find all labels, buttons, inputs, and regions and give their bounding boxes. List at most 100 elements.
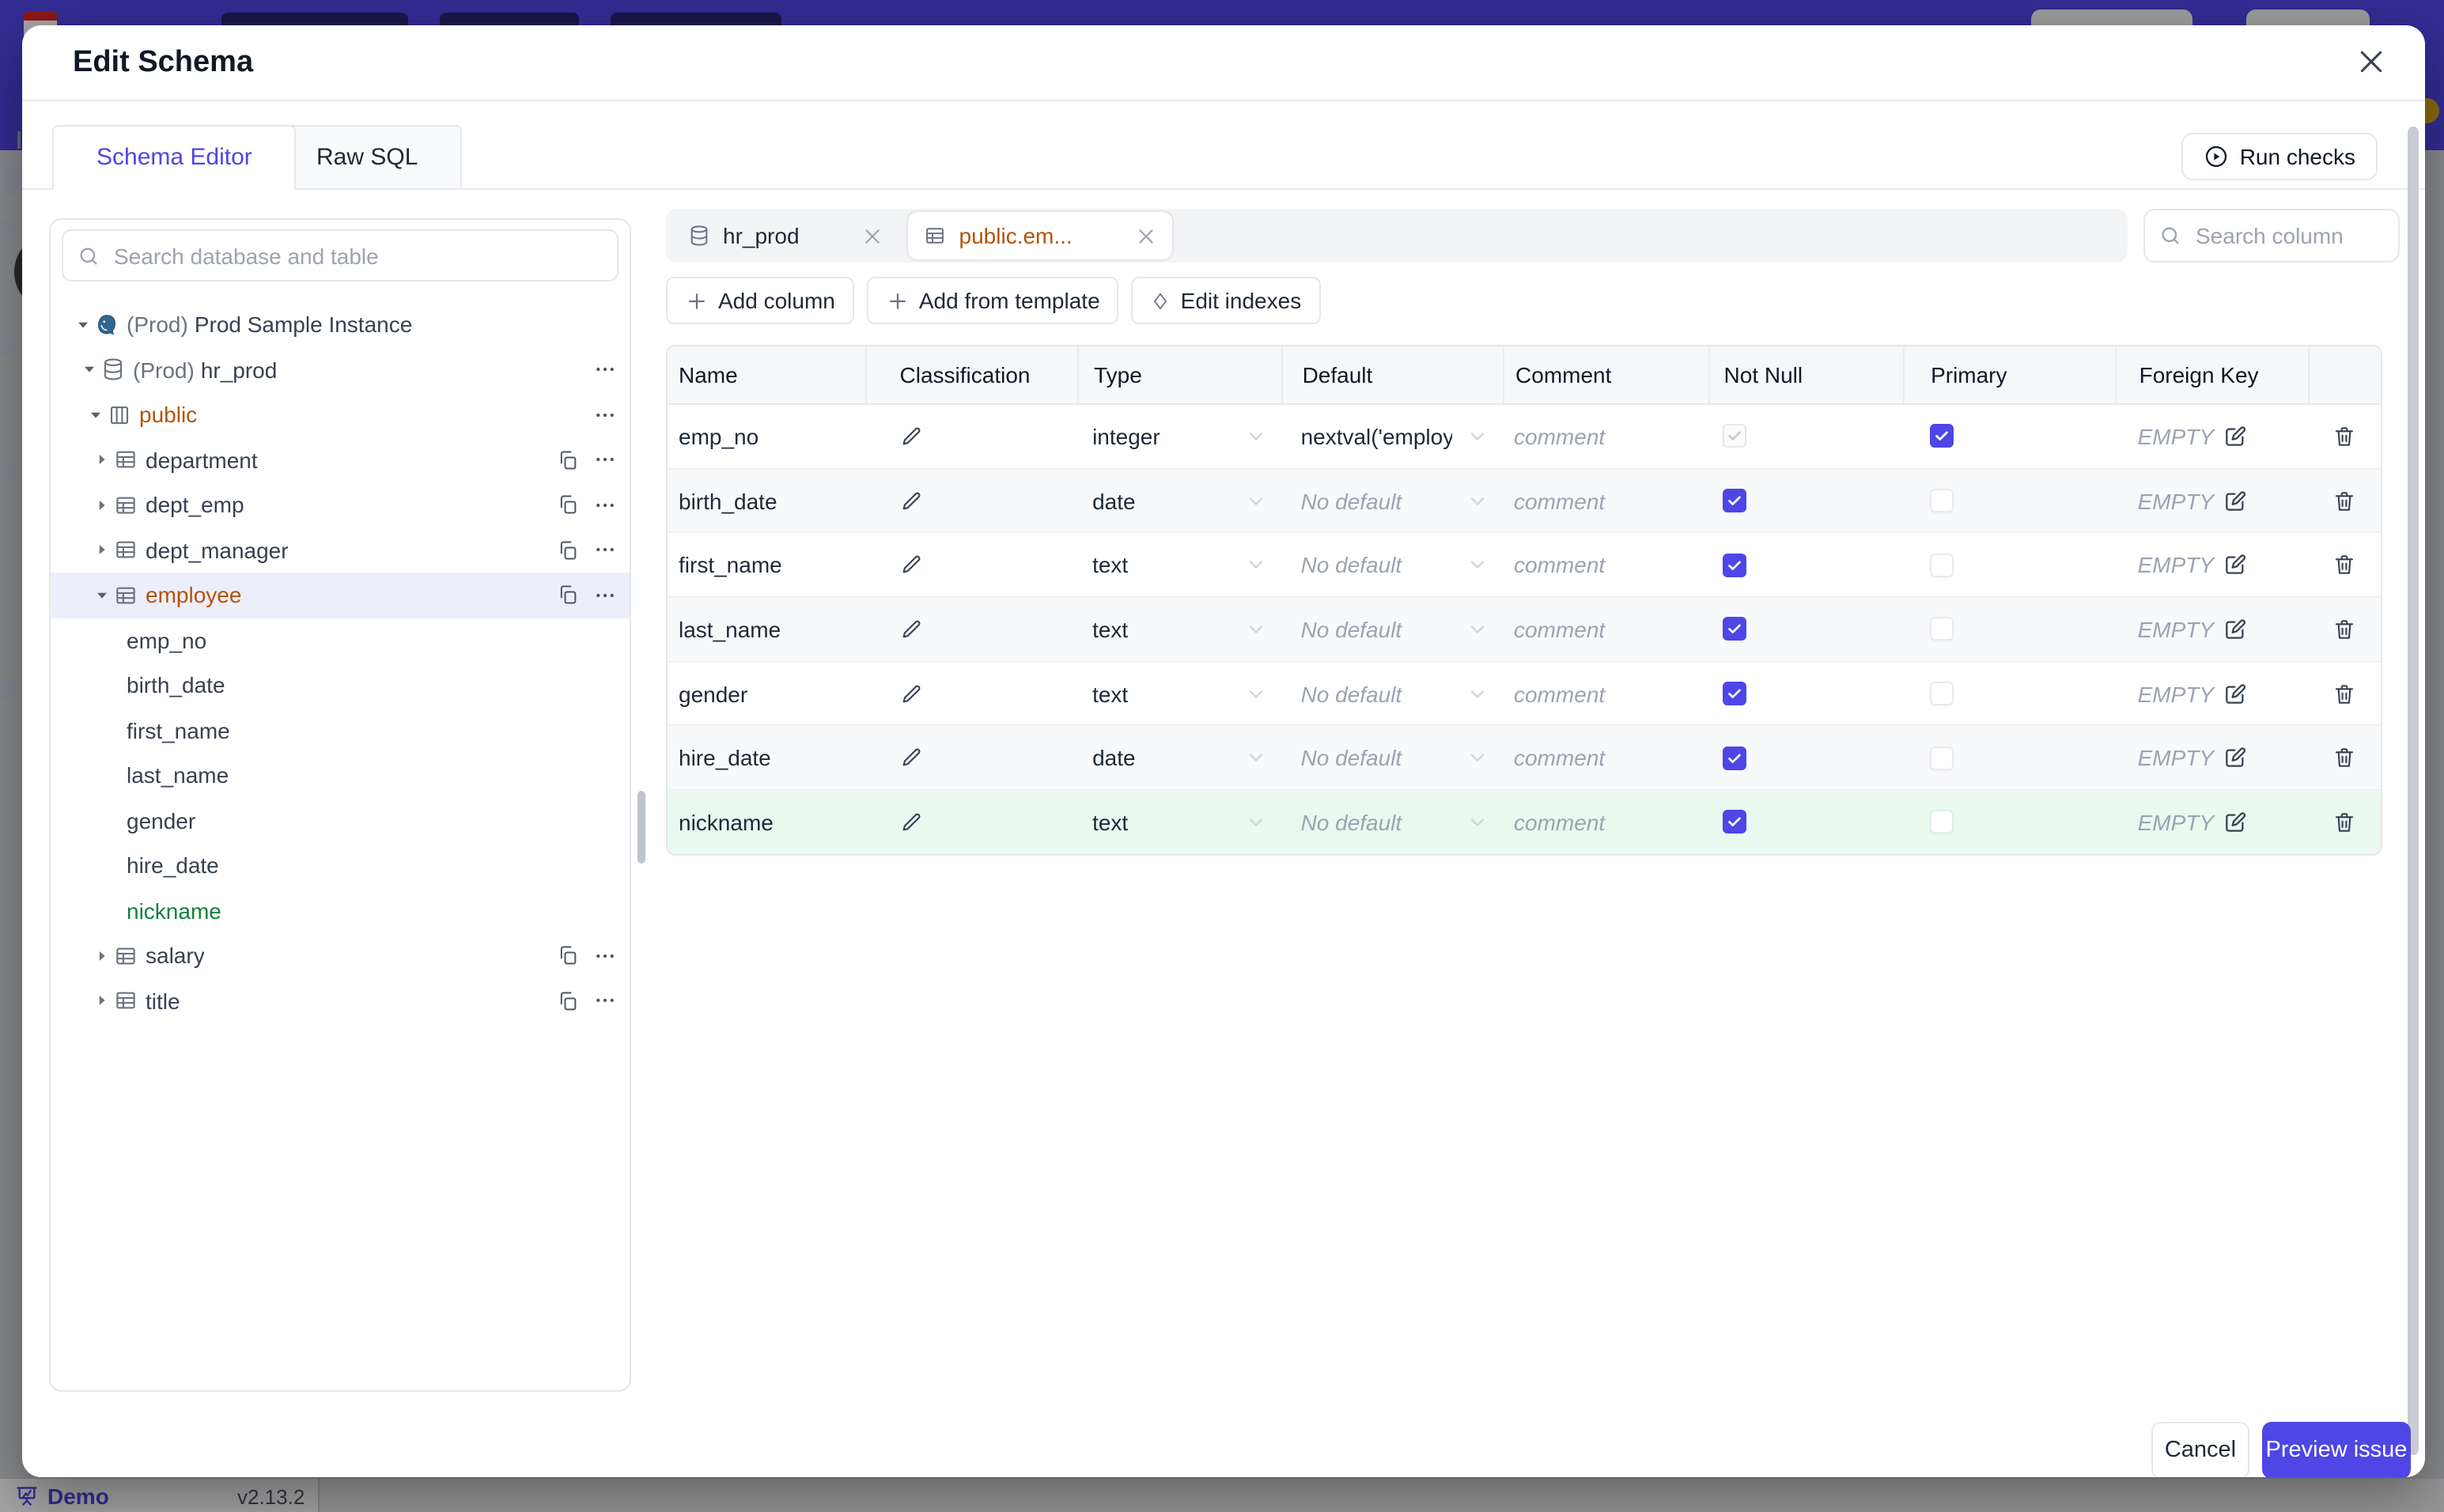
trash-icon[interactable] <box>2332 810 2357 835</box>
copy-icon[interactable] <box>557 494 579 516</box>
comment-input[interactable]: comment <box>1503 791 1708 853</box>
column-name-cell[interactable]: gender <box>668 663 865 725</box>
pencil-icon[interactable] <box>899 681 924 706</box>
caret-down-icon[interactable] <box>76 361 101 379</box>
not-null-checkbox[interactable] <box>1722 617 1746 641</box>
caret-down-icon[interactable] <box>70 316 95 334</box>
default-select[interactable]: nextval('employ <box>1282 405 1503 467</box>
comment-input[interactable]: comment <box>1503 405 1708 467</box>
more-icon[interactable] <box>593 584 617 607</box>
more-icon[interactable] <box>593 989 617 1013</box>
not-null-checkbox[interactable] <box>1722 810 1746 834</box>
tree-search-input[interactable] <box>111 241 603 270</box>
tree-item-hire_date[interactable]: hire_date <box>51 843 630 888</box>
panel-resize-handle[interactable] <box>637 791 645 864</box>
edit-square-icon[interactable] <box>2222 746 2247 771</box>
trash-icon[interactable] <box>2332 552 2357 577</box>
caret-right-icon[interactable] <box>89 452 114 469</box>
primary-checkbox[interactable] <box>1929 424 1954 448</box>
trash-icon[interactable] <box>2332 488 2357 513</box>
copy-icon[interactable] <box>557 990 579 1012</box>
column-name-cell[interactable]: birth_date <box>668 469 865 531</box>
type-select[interactable]: text <box>1076 663 1282 725</box>
pencil-icon[interactable] <box>899 488 924 513</box>
type-select[interactable]: text <box>1076 791 1282 853</box>
edit-square-icon[interactable] <box>2222 810 2247 835</box>
pencil-icon[interactable] <box>899 552 924 577</box>
pencil-icon[interactable] <box>899 424 924 449</box>
not-null-checkbox[interactable] <box>1722 489 1746 513</box>
modal-scrollbar-thumb[interactable] <box>2408 127 2419 1455</box>
preview-issue-button[interactable]: Preview issue <box>2262 1422 2411 1477</box>
tree-item-emp_no[interactable]: emp_no <box>51 618 630 663</box>
more-icon[interactable] <box>593 493 617 517</box>
caret-right-icon[interactable] <box>89 947 114 965</box>
not-null-checkbox[interactable] <box>1722 553 1746 577</box>
default-select[interactable]: No default <box>1282 469 1503 531</box>
tree-item-first_name[interactable]: first_name <box>51 708 630 753</box>
tab-raw-sql[interactable]: Raw SQL <box>272 125 463 190</box>
edit-indexes-button[interactable]: Edit indexes <box>1131 277 1321 324</box>
tree-item-title[interactable]: title <box>51 978 630 1023</box>
column-name-cell[interactable]: last_name <box>668 598 865 660</box>
default-select[interactable]: No default <box>1282 727 1503 789</box>
tree-item-department[interactable]: department <box>51 437 630 482</box>
primary-checkbox[interactable] <box>1929 553 1954 577</box>
type-select[interactable]: text <box>1076 534 1282 596</box>
column-search-input[interactable] <box>2192 221 2384 250</box>
more-icon[interactable] <box>593 448 617 472</box>
edit-square-icon[interactable] <box>2222 617 2247 642</box>
column-name-cell[interactable]: nickname <box>668 791 865 853</box>
more-icon[interactable] <box>593 403 617 427</box>
copy-icon[interactable] <box>557 945 579 967</box>
edit-square-icon[interactable] <box>2222 488 2247 513</box>
primary-checkbox[interactable] <box>1929 746 1954 770</box>
comment-input[interactable]: comment <box>1503 598 1708 660</box>
edit-square-icon[interactable] <box>2222 424 2247 449</box>
tree-item-hr_prod[interactable]: (Prod) hr_prod <box>51 347 630 392</box>
caret-right-icon[interactable] <box>89 992 114 1010</box>
run-checks-button[interactable]: Run checks <box>2181 133 2378 180</box>
tree-item-dept_emp[interactable]: dept_emp <box>51 482 630 527</box>
trash-icon[interactable] <box>2332 746 2357 771</box>
trash-icon[interactable] <box>2332 424 2357 449</box>
trash-icon[interactable] <box>2332 617 2357 642</box>
tab-schema-editor[interactable]: Schema Editor <box>52 125 297 190</box>
more-icon[interactable] <box>593 358 617 382</box>
pencil-icon[interactable] <box>899 746 924 771</box>
caret-down-icon[interactable] <box>89 587 114 604</box>
tree-item-nickname[interactable]: nickname <box>51 888 630 933</box>
tree-item-salary[interactable]: salary <box>51 933 630 978</box>
tree-item-birth_date[interactable]: birth_date <box>51 663 630 708</box>
close-tab-icon[interactable] <box>863 225 883 246</box>
edit-square-icon[interactable] <box>2222 552 2247 577</box>
editor-tab-public.em...[interactable]: public.em... <box>908 212 1172 259</box>
edit-square-icon[interactable] <box>2222 681 2247 706</box>
tree-item-gender[interactable]: gender <box>51 798 630 843</box>
tree-item-Prod Sample Instance[interactable]: (Prod) Prod Sample Instance <box>51 302 630 347</box>
type-select[interactable]: date <box>1076 727 1282 789</box>
default-select[interactable]: No default <box>1282 791 1503 853</box>
pencil-icon[interactable] <box>899 810 924 835</box>
more-icon[interactable] <box>593 539 617 562</box>
close-icon[interactable] <box>2355 46 2387 77</box>
primary-checkbox[interactable] <box>1929 682 1954 706</box>
type-select[interactable]: integer <box>1076 405 1282 467</box>
caret-right-icon[interactable] <box>89 497 114 514</box>
type-select[interactable]: date <box>1076 469 1282 531</box>
column-name-cell[interactable]: first_name <box>668 534 865 596</box>
default-select[interactable]: No default <box>1282 598 1503 660</box>
copy-icon[interactable] <box>557 449 579 471</box>
column-name-cell[interactable]: hire_date <box>668 727 865 789</box>
caret-down-icon[interactable] <box>82 406 108 424</box>
primary-checkbox[interactable] <box>1929 617 1954 641</box>
trash-icon[interactable] <box>2332 681 2357 706</box>
primary-checkbox[interactable] <box>1929 810 1954 834</box>
caret-right-icon[interactable] <box>89 542 114 559</box>
not-null-checkbox[interactable] <box>1722 682 1746 706</box>
comment-input[interactable]: comment <box>1503 534 1708 596</box>
tree-item-employee[interactable]: employee <box>51 573 630 618</box>
default-select[interactable]: No default <box>1282 534 1503 596</box>
column-name-cell[interactable]: emp_no <box>668 405 865 467</box>
editor-tab-hr_prod[interactable]: hr_prod <box>672 212 899 259</box>
